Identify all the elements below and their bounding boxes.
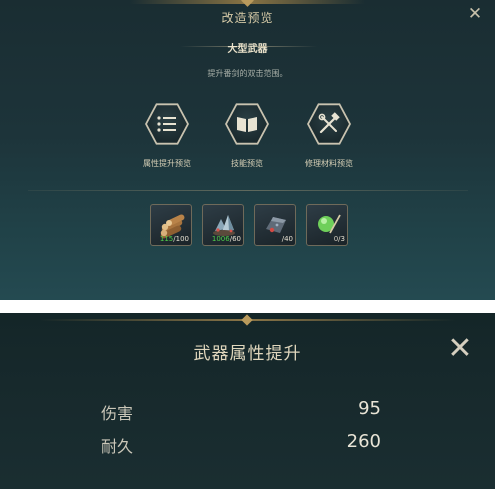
panel-title: 改造预览: [221, 11, 274, 25]
stat-name-durability: 耐久: [101, 437, 134, 456]
repair-material-preview-label: 修理材料预览: [305, 159, 353, 168]
stat-value-durability: 260: [346, 431, 381, 452]
list-icon: [157, 116, 176, 132]
stat-name-damage: 伤害: [101, 404, 134, 423]
book-icon: [237, 117, 257, 132]
material-slot-iron[interactable]: /40: [254, 204, 296, 246]
close-icon[interactable]: ✕: [466, 5, 484, 23]
need-amount: 100: [175, 235, 189, 243]
subtitle-line-right: [257, 46, 317, 47]
need-amount: 3: [340, 235, 345, 243]
need-amount: 40: [284, 235, 293, 243]
weapon-type-subtitle: 大型武器: [227, 44, 268, 55]
panel-title: 武器属性提升: [193, 344, 302, 364]
material-count: 0/3: [334, 235, 345, 243]
hex-frame: [145, 103, 189, 145]
hex-frame: [307, 103, 351, 145]
subtitle-row: 大型武器: [0, 40, 495, 55]
skill-preview-button[interactable]: 技能预览: [207, 102, 287, 169]
close-icon[interactable]: ✕: [445, 334, 475, 365]
hex-frame: [225, 103, 269, 145]
wrench-hammer-icon: [318, 112, 340, 134]
divider: [28, 190, 468, 191]
need-amount: 60: [232, 235, 241, 243]
skill-preview-label: 技能预览: [231, 159, 263, 168]
ornament-gem: [241, 314, 253, 326]
attribute-preview-button[interactable]: 属性提升预览: [127, 102, 207, 169]
material-count: /40: [282, 235, 293, 243]
weapon-stats-panel: 武器属性提升 ✕ 伤害 95 耐久 260: [0, 313, 495, 489]
have-amount: 115: [159, 235, 174, 243]
stat-value-damage: 95: [358, 398, 381, 419]
material-slot-wood[interactable]: 115/100: [150, 204, 192, 246]
preview-panel: 改造预览 ✕ 大型武器 提升番剑的双击范围。 属性提升预览 技能预览 修理材料预…: [0, 0, 495, 300]
repair-material-preview-button[interactable]: 修理材料预览: [289, 102, 369, 169]
upgrade-description: 提升番剑的双击范围。: [207, 69, 288, 78]
material-count: 1006/60: [212, 235, 241, 243]
material-count: 115/100: [160, 235, 189, 243]
material-slot-orb[interactable]: 0/3: [306, 204, 348, 246]
attribute-preview-label: 属性提升预览: [143, 159, 191, 168]
material-slot-crystal[interactable]: 1006/60: [202, 204, 244, 246]
have-amount: 1006: [211, 235, 230, 243]
